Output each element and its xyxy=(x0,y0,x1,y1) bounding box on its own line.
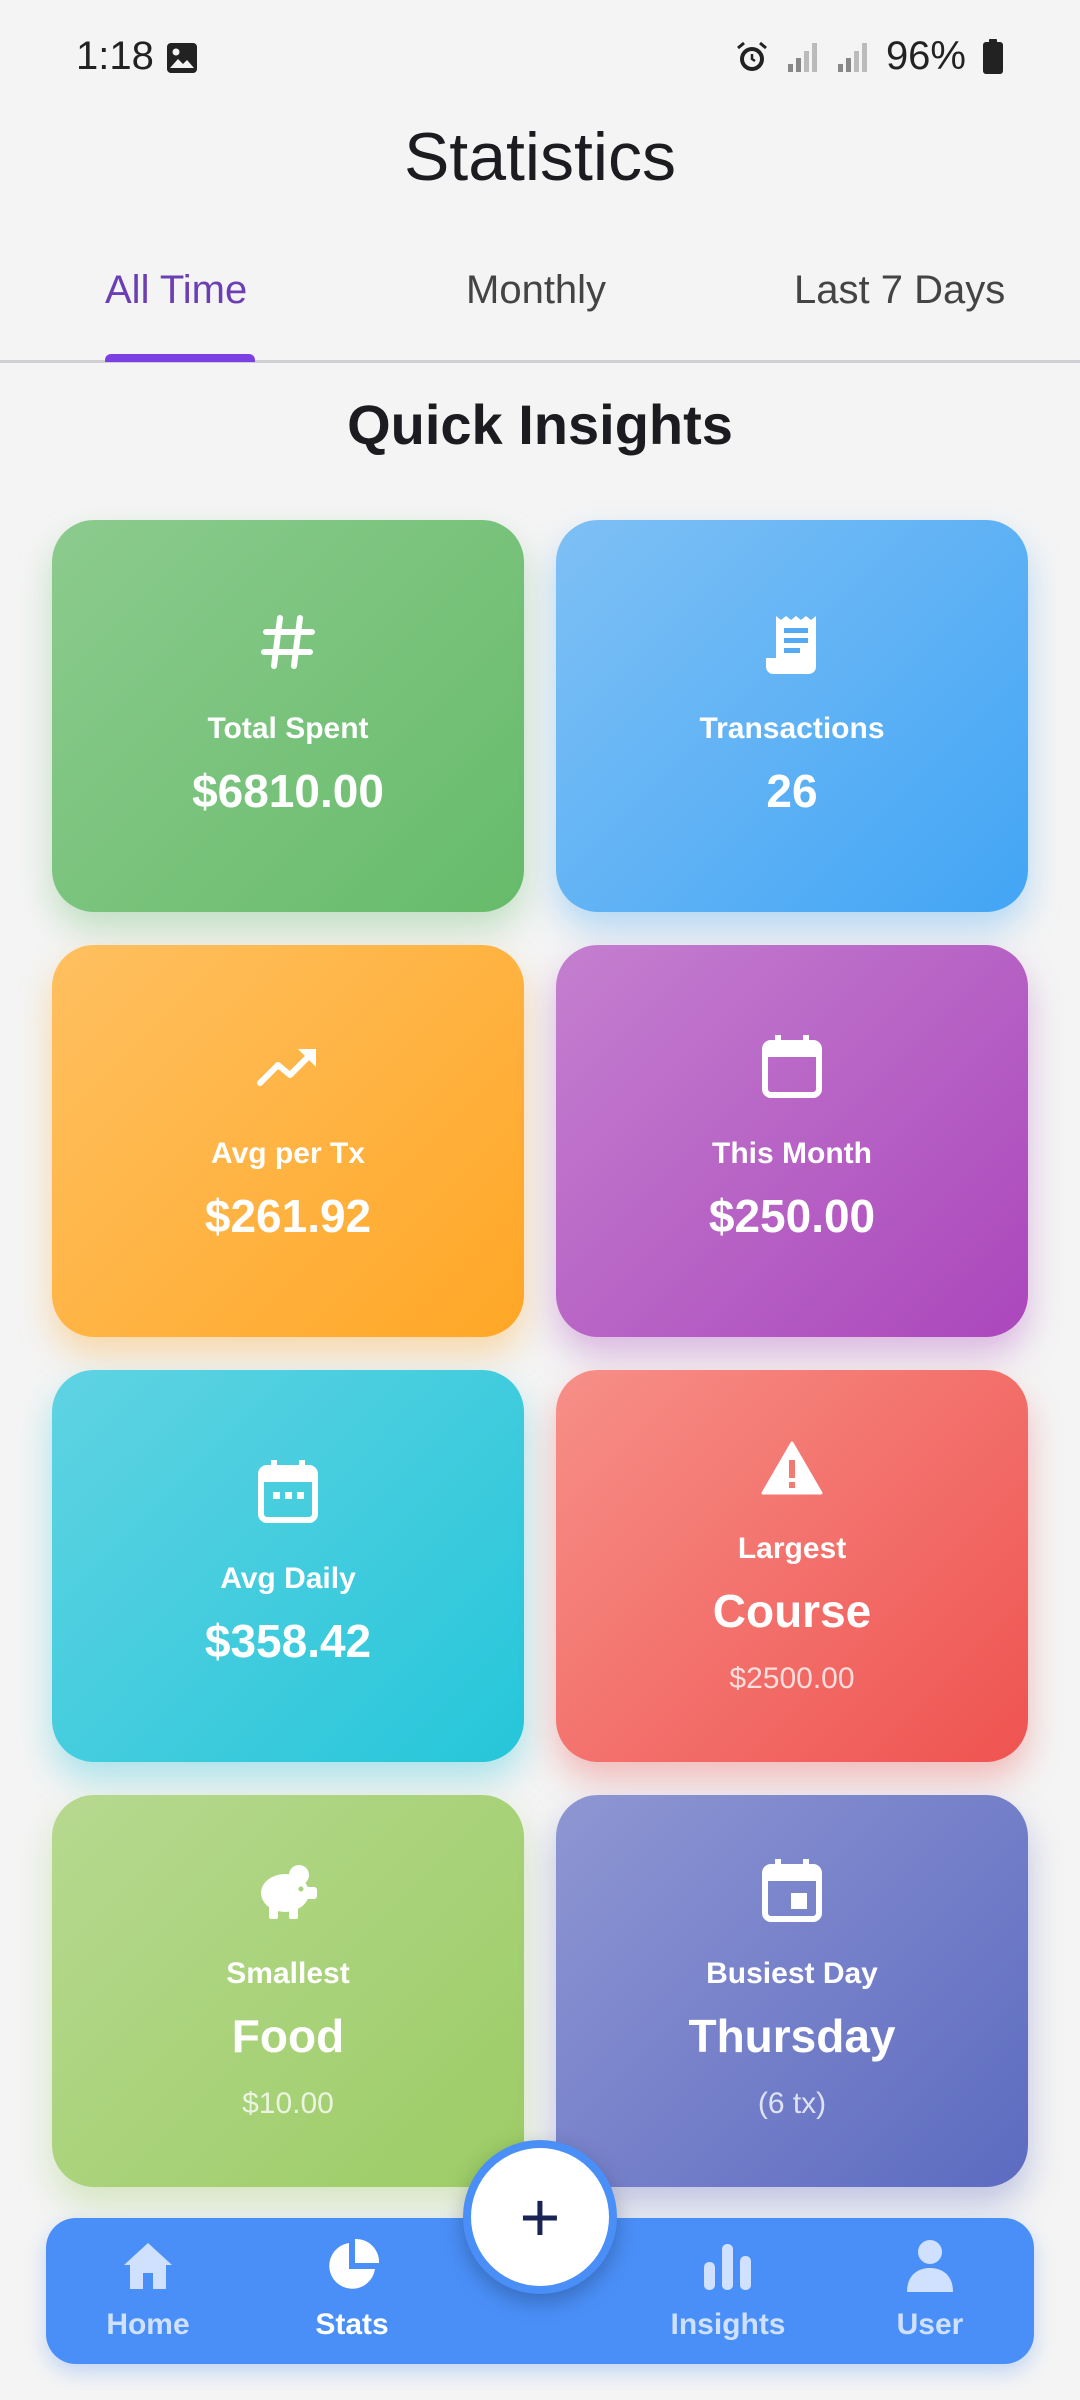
card-largest[interactable]: Largest Course $2500.00 xyxy=(556,1370,1028,1762)
signal-icon xyxy=(786,40,820,74)
nav-insights[interactable]: Insights xyxy=(648,2234,808,2342)
card-total-spent[interactable]: Total Spent $6810.00 xyxy=(52,520,524,912)
image-notification-icon xyxy=(166,42,198,74)
card-avg-daily[interactable]: Avg Daily $358.42 xyxy=(52,1370,524,1762)
card-label: Avg Daily xyxy=(220,1562,356,1595)
card-value: $358.42 xyxy=(204,1615,372,1667)
card-label: This Month xyxy=(712,1137,872,1170)
pie-chart-icon xyxy=(272,2234,432,2298)
battery-icon xyxy=(982,38,1004,75)
period-tabs: All Time Monthly Last 7 Days xyxy=(0,240,1080,363)
plus-icon: + xyxy=(519,2178,561,2256)
card-value: $261.92 xyxy=(204,1190,372,1242)
card-subvalue: (6 tx) xyxy=(757,2087,827,2120)
add-button[interactable]: + xyxy=(463,2140,617,2294)
alarm-icon xyxy=(734,39,770,75)
card-value: Course xyxy=(712,1585,872,1637)
calendar-event-icon xyxy=(556,1857,1028,1923)
card-busiest-day[interactable]: Busiest Day Thursday (6 tx) xyxy=(556,1795,1028,2187)
card-value: 26 xyxy=(766,765,818,817)
card-value: Thursday xyxy=(688,2010,896,2062)
status-time: 1:18 xyxy=(76,34,154,78)
card-label: Largest xyxy=(737,1532,847,1565)
calendar-dots-icon xyxy=(52,1458,524,1524)
receipt-icon xyxy=(556,612,1028,676)
nav-label: User xyxy=(896,2308,964,2341)
card-avg-per-tx[interactable]: Avg per Tx $261.92 xyxy=(52,945,524,1337)
trending-up-icon xyxy=(52,1043,524,1089)
card-label: Busiest Day xyxy=(706,1957,878,1990)
section-title: Quick Insights xyxy=(347,393,733,456)
tab-indicator xyxy=(105,354,255,362)
signal-icon xyxy=(836,40,870,74)
nav-label: Stats xyxy=(315,2308,389,2341)
card-smallest[interactable]: Smallest Food $10.00 xyxy=(52,1795,524,2187)
nav-label: Insights xyxy=(670,2308,786,2341)
user-icon xyxy=(850,2234,1010,2298)
warning-icon xyxy=(556,1440,1028,1496)
hash-icon xyxy=(52,612,524,672)
tab-monthly[interactable]: Monthly xyxy=(466,268,606,313)
home-icon xyxy=(68,2234,228,2298)
calendar-icon xyxy=(556,1033,1028,1099)
card-subvalue: $10.00 xyxy=(242,2087,334,2120)
card-label: Avg per Tx xyxy=(211,1137,365,1170)
nav-label: Home xyxy=(106,2308,190,2341)
card-subvalue: $2500.00 xyxy=(729,1662,855,1695)
card-label: Total Spent xyxy=(207,712,369,745)
card-value: $6810.00 xyxy=(192,765,384,817)
card-this-month[interactable]: This Month $250.00 xyxy=(556,945,1028,1337)
tab-all-time[interactable]: All Time xyxy=(105,268,247,313)
card-value: Food xyxy=(231,2010,345,2062)
nav-stats[interactable]: Stats xyxy=(272,2234,432,2342)
card-label: Transactions xyxy=(699,712,885,745)
card-transactions[interactable]: Transactions 26 xyxy=(556,520,1028,912)
tab-last-7-days[interactable]: Last 7 Days xyxy=(794,268,1005,313)
page-title: Statistics xyxy=(403,119,677,195)
card-label: Smallest xyxy=(226,1957,350,1990)
card-value: $250.00 xyxy=(708,1190,876,1242)
battery-percent: 96% xyxy=(885,34,966,78)
nav-user[interactable]: User xyxy=(850,2234,1010,2342)
status-bar: 1:18 96% xyxy=(0,0,1080,120)
piggy-bank-icon xyxy=(52,1861,524,1921)
nav-home[interactable]: Home xyxy=(68,2234,228,2342)
bar-chart-icon xyxy=(648,2234,808,2298)
